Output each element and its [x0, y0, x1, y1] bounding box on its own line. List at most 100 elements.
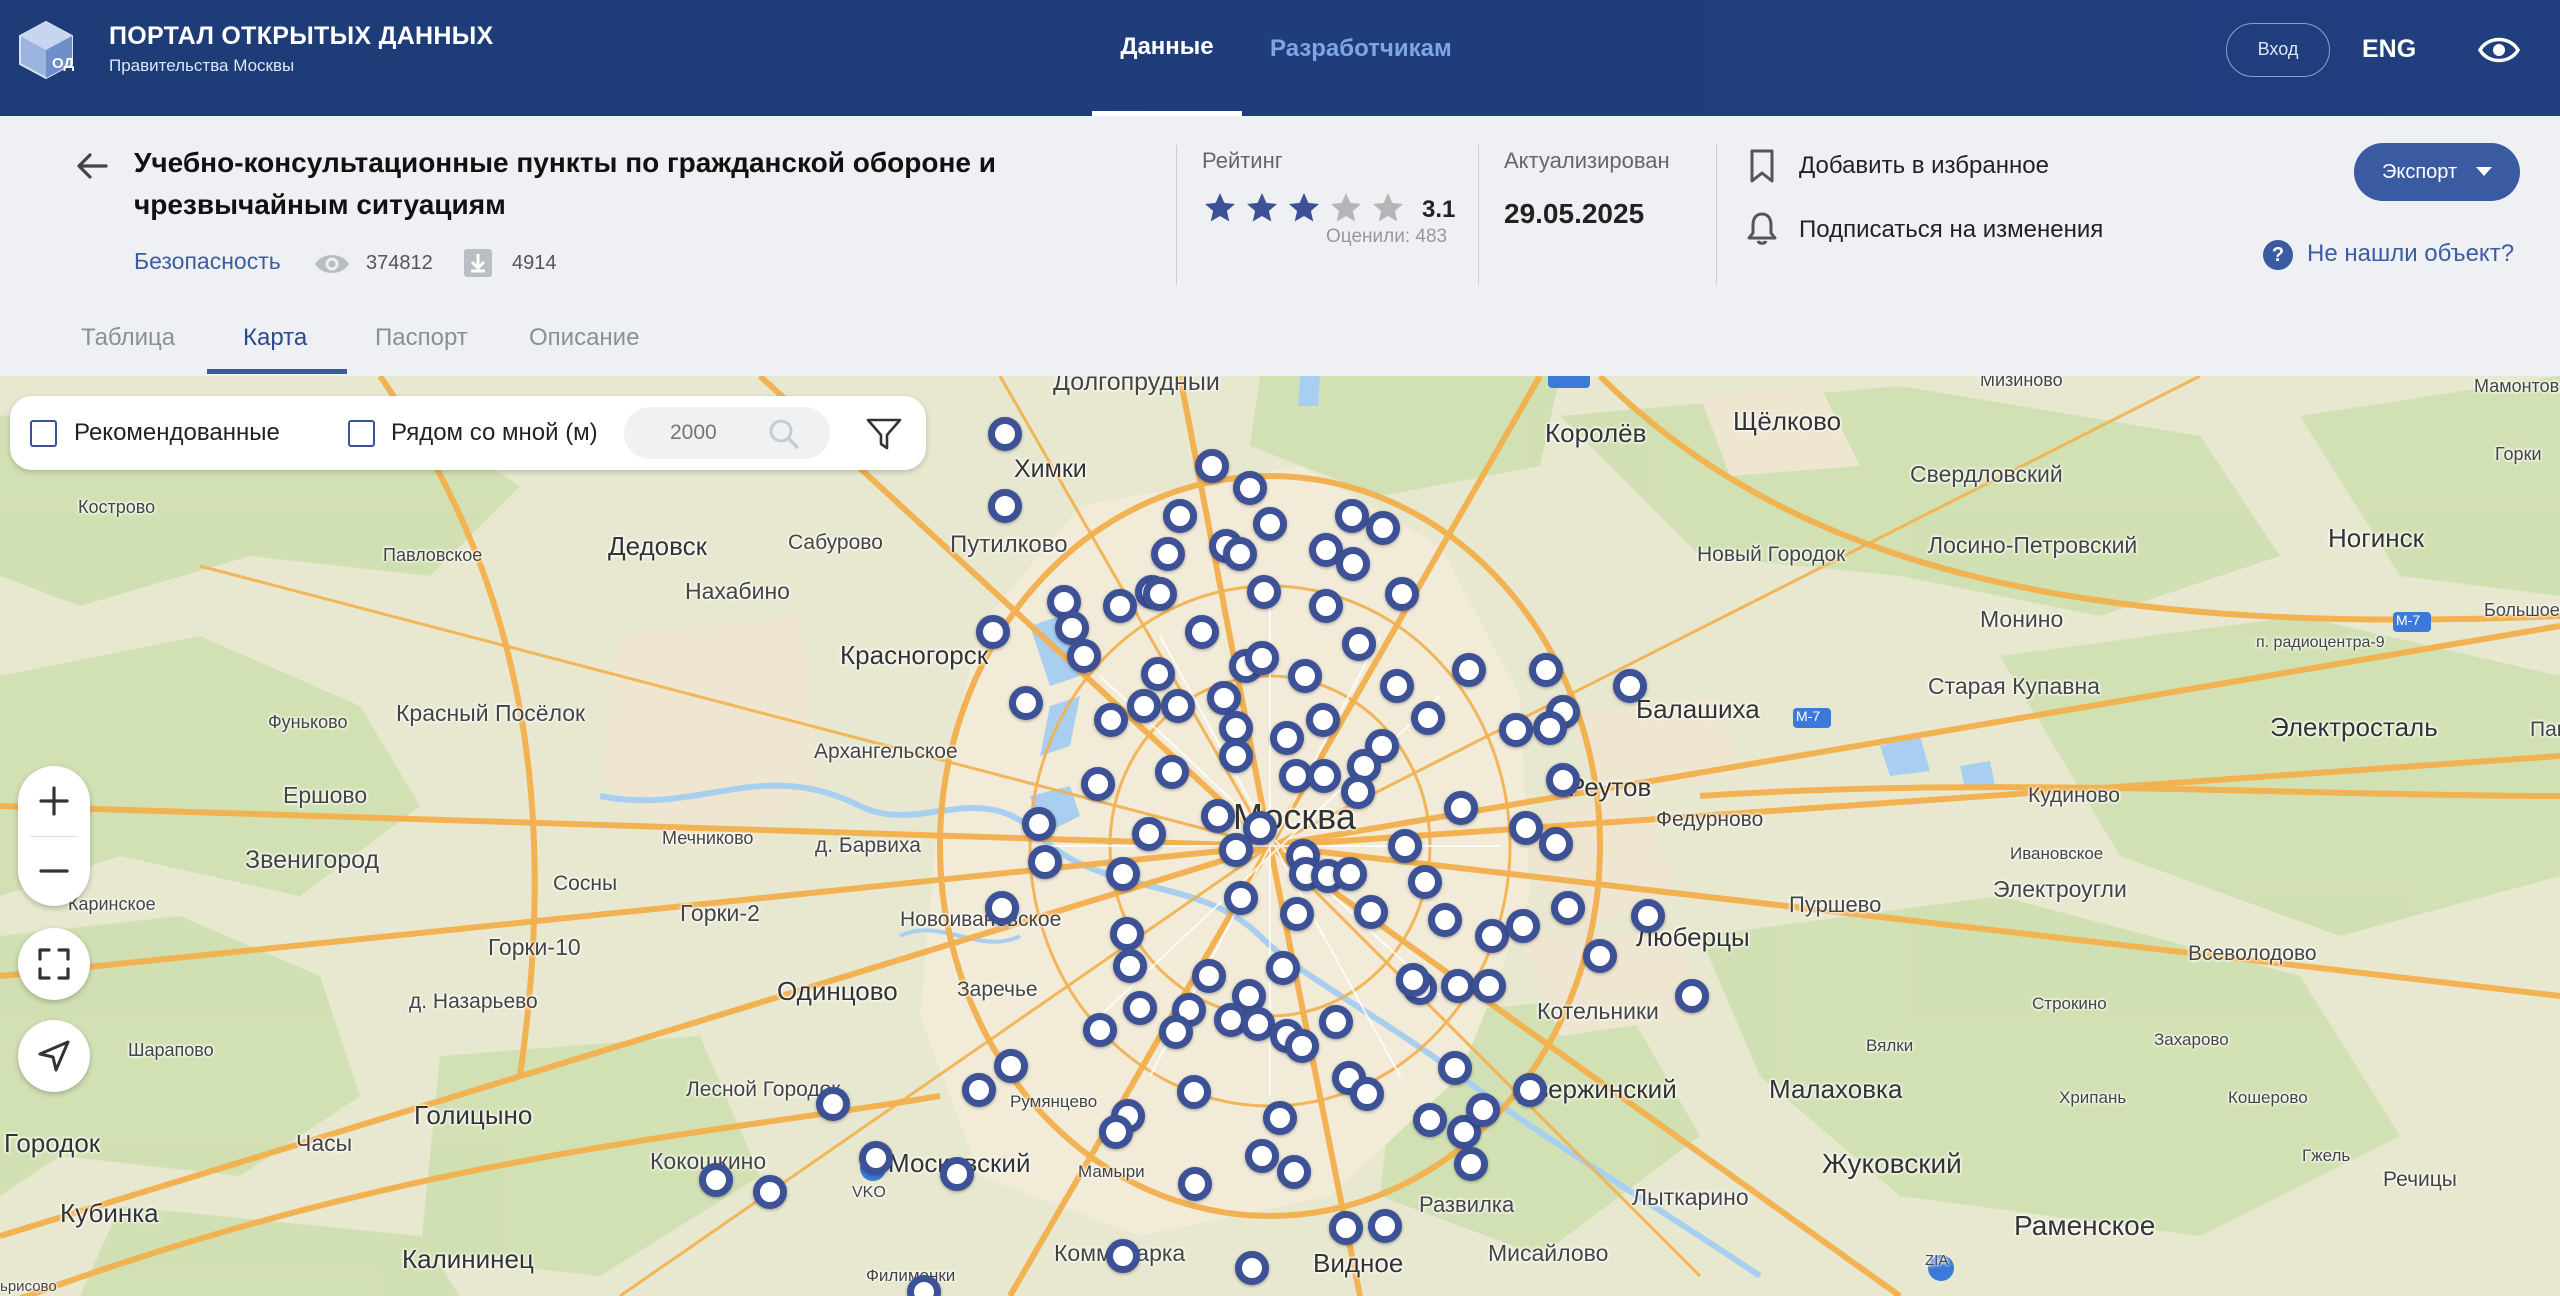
map-marker[interactable]: [1067, 639, 1101, 673]
map-marker[interactable]: [1350, 1077, 1384, 1111]
map-marker[interactable]: [1219, 833, 1253, 867]
tab-description[interactable]: Описание: [529, 324, 639, 352]
map-marker[interactable]: [1366, 511, 1400, 545]
map-marker[interactable]: [1631, 899, 1665, 933]
map-marker[interactable]: [1499, 713, 1533, 747]
zoom-out-button[interactable]: [18, 836, 90, 906]
map-marker[interactable]: [1452, 653, 1486, 687]
back-arrow-icon[interactable]: [72, 146, 112, 186]
map-view[interactable]: Долгопрудный Химки Королёв Щёлково Мизин…: [0, 376, 2560, 1296]
map-marker[interactable]: [1266, 951, 1300, 985]
language-switch[interactable]: ENG: [2362, 35, 2416, 64]
map-marker[interactable]: [1408, 865, 1442, 899]
near-me-label[interactable]: Рядом со мной (м): [391, 419, 598, 447]
map-marker[interactable]: [1132, 817, 1166, 851]
category-link[interactable]: Безопасность: [134, 248, 281, 275]
map-marker[interactable]: [1207, 681, 1241, 715]
rating-stars[interactable]: [1202, 190, 1412, 231]
map-marker[interactable]: [1438, 1051, 1472, 1085]
map-marker[interactable]: [1380, 669, 1414, 703]
map-marker[interactable]: [816, 1087, 850, 1121]
map-marker[interactable]: [1127, 689, 1161, 723]
map-marker[interactable]: [1388, 829, 1422, 863]
nav-tab-data[interactable]: Данные: [1092, 0, 1242, 116]
map-marker[interactable]: [1546, 763, 1580, 797]
map-marker[interactable]: [1551, 891, 1585, 925]
map-marker[interactable]: [1224, 881, 1258, 915]
map-marker[interactable]: [1151, 537, 1185, 571]
map-marker[interactable]: [1155, 755, 1189, 789]
export-button[interactable]: Экспорт: [2354, 143, 2520, 201]
filter-funnel-icon[interactable]: [864, 414, 904, 454]
map-marker[interactable]: [1466, 1093, 1500, 1127]
map-marker[interactable]: [1335, 499, 1369, 533]
map-marker[interactable]: [1110, 917, 1144, 951]
map-marker[interactable]: [1219, 739, 1253, 773]
map-marker[interactable]: [1472, 969, 1506, 1003]
map-marker[interactable]: [1245, 1139, 1279, 1173]
map-marker[interactable]: [1341, 775, 1375, 809]
map-marker[interactable]: [1245, 641, 1279, 675]
map-marker[interactable]: [1195, 449, 1229, 483]
map-marker[interactable]: [1163, 499, 1197, 533]
map-marker[interactable]: [1309, 589, 1343, 623]
map-marker[interactable]: [1022, 807, 1056, 841]
map-marker[interactable]: [1223, 537, 1257, 571]
map-marker[interactable]: [1280, 897, 1314, 931]
login-button[interactable]: Вход: [2226, 23, 2330, 77]
map-marker[interactable]: [994, 1049, 1028, 1083]
map-marker[interactable]: [1233, 471, 1267, 505]
map-marker[interactable]: [1506, 909, 1540, 943]
nav-tab-developers[interactable]: Разработчикам: [1270, 35, 1452, 63]
recommended-label[interactable]: Рекомендованные: [74, 419, 280, 447]
map-marker[interactable]: [1177, 1075, 1211, 1109]
tab-passport[interactable]: Паспорт: [375, 324, 468, 352]
map-marker[interactable]: [1081, 767, 1115, 801]
map-marker[interactable]: [1094, 703, 1128, 737]
map-marker[interactable]: [988, 489, 1022, 523]
map-marker[interactable]: [1583, 939, 1617, 973]
map-marker[interactable]: [1454, 1147, 1488, 1181]
map-marker[interactable]: [1263, 1101, 1297, 1135]
near-me-checkbox[interactable]: [348, 420, 375, 447]
fullscreen-button[interactable]: [18, 928, 90, 1000]
map-marker[interactable]: [753, 1175, 787, 1209]
map-marker[interactable]: [1396, 963, 1430, 997]
map-marker[interactable]: [1529, 653, 1563, 687]
map-marker[interactable]: [940, 1157, 974, 1191]
star-icon-empty[interactable]: [1328, 190, 1364, 226]
map-marker[interactable]: [976, 615, 1010, 649]
map-marker[interactable]: [1185, 615, 1219, 649]
visually-impaired-eye-icon[interactable]: [2472, 32, 2526, 68]
add-to-favorites-link[interactable]: Добавить в избранное: [1799, 152, 2049, 180]
map-marker[interactable]: [1247, 575, 1281, 609]
zoom-in-button[interactable]: [18, 766, 90, 836]
map-marker[interactable]: [1159, 1015, 1193, 1049]
map-marker[interactable]: [1306, 703, 1340, 737]
map-marker[interactable]: [1235, 1251, 1269, 1285]
map-marker[interactable]: [1333, 857, 1367, 891]
map-marker[interactable]: [1141, 657, 1175, 691]
map-marker[interactable]: [1192, 959, 1226, 993]
map-marker[interactable]: [1533, 711, 1567, 745]
map-marker[interactable]: [988, 417, 1022, 451]
map-marker[interactable]: [1113, 949, 1147, 983]
map-marker[interactable]: [962, 1073, 996, 1107]
map-marker[interactable]: [1329, 1211, 1363, 1245]
map-marker[interactable]: [1143, 577, 1177, 611]
map-marker[interactable]: [699, 1163, 733, 1197]
map-marker[interactable]: [1368, 1209, 1402, 1243]
bookmark-icon[interactable]: [1748, 148, 1776, 184]
map-marker[interactable]: [1123, 991, 1157, 1025]
map-marker[interactable]: [1444, 791, 1478, 825]
geolocation-button[interactable]: [18, 1020, 90, 1092]
map-marker[interactable]: [1277, 1155, 1311, 1189]
map-marker[interactable]: [1336, 547, 1370, 581]
bell-icon[interactable]: [1746, 210, 1778, 246]
tab-table[interactable]: Таблица: [81, 324, 175, 352]
map-marker[interactable]: [1288, 659, 1322, 693]
map-marker[interactable]: [1009, 686, 1043, 720]
map-marker[interactable]: [1428, 903, 1462, 937]
star-icon-filled[interactable]: [1286, 190, 1322, 226]
map-marker[interactable]: [1354, 895, 1388, 929]
